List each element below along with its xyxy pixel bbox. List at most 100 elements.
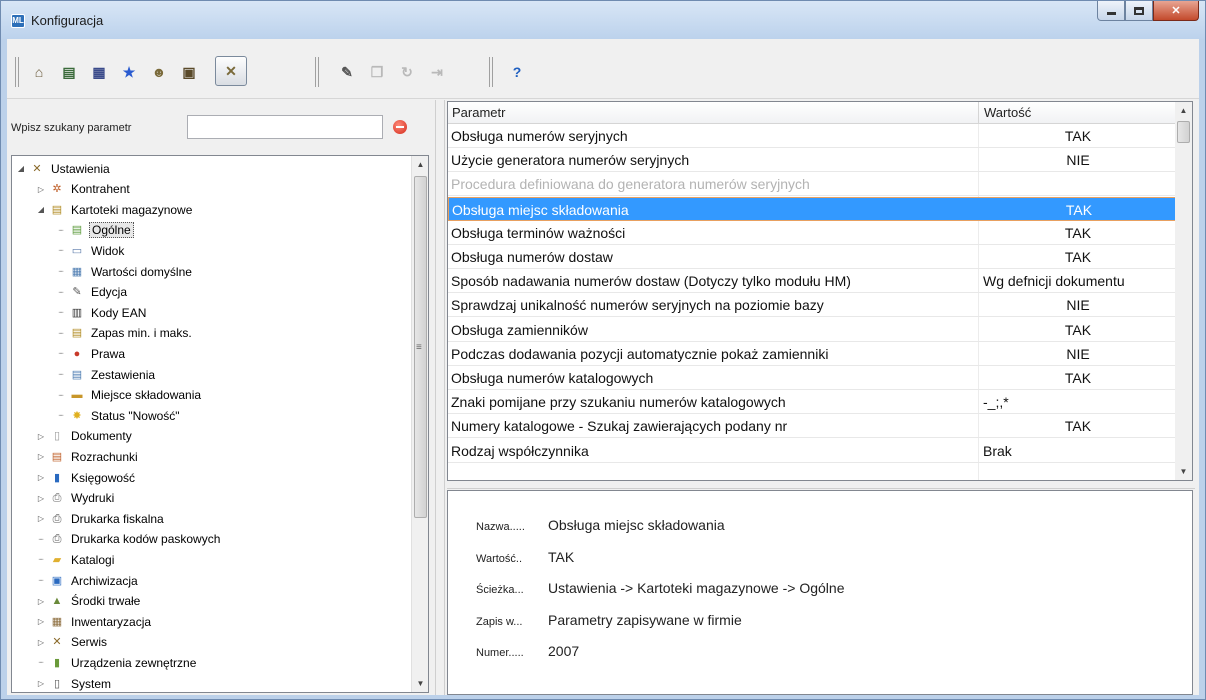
search-input[interactable] (187, 115, 383, 139)
tree-item[interactable]: ┈ ▰ Katalogi (36, 550, 116, 569)
tree-item[interactable]: ┈ ▬ Miejsce składowania (56, 386, 203, 405)
param-value-cell[interactable]: NIE (983, 152, 1173, 168)
param-value-cell[interactable]: TAK (983, 128, 1173, 144)
tree-item[interactable]: ┈ ▣ Archiwizacja (36, 571, 140, 590)
company-button[interactable]: ▦ (89, 62, 109, 82)
settings-tree[interactable]: ▲ ▼ ◢ ✕ Ustawienia ▷ ✲ Kontrahent ◢ ▤ Kartoteki … (11, 155, 429, 693)
param-value-cell[interactable]: TAK (983, 418, 1173, 434)
tree-item[interactable]: ┈ ● Prawa (56, 344, 127, 363)
tools-button[interactable]: ✕ (215, 56, 247, 86)
horizontal-splitter[interactable] (447, 481, 1195, 489)
table-row[interactable]: Numery katalogowe - Szukaj zawierających… (448, 414, 1176, 439)
tree-expander-icon[interactable]: ▷ (36, 432, 46, 441)
column-header-param[interactable]: Parametr (452, 105, 505, 120)
table-row[interactable]: Obsługa zamienników TAK (448, 318, 1176, 342)
tree-item[interactable]: ▷ ▯ Dokumenty (36, 427, 134, 446)
table-row[interactable]: Obsługa numerów katalogowych TAK (448, 366, 1176, 390)
tree-expander-icon[interactable]: ▷ (36, 494, 46, 503)
grid-scroll-thumb[interactable] (1177, 121, 1190, 143)
param-value-cell[interactable]: Wg defnicji dokumentu (983, 273, 1173, 289)
tree-item[interactable]: ┈ ▮ Urządzenia zewnętrzne (36, 653, 198, 672)
tree-item[interactable]: ┈ ⎙ Drukarka kodów paskowych (36, 530, 222, 549)
param-value-cell[interactable]: NIE (983, 346, 1173, 362)
tree-expander-icon[interactable]: ▷ (36, 679, 46, 688)
tree-item[interactable]: ▷ ⎙ Wydruki (36, 489, 116, 508)
refresh-button[interactable]: ↻ (397, 62, 417, 82)
settings-list-button[interactable]: ▤ (59, 62, 79, 82)
tree-item[interactable]: ▷ ✲ Kontrahent (36, 180, 132, 199)
tree-expander-icon[interactable]: ▷ (36, 597, 46, 606)
tree-item[interactable]: ┈ ▤ Zestawienia (56, 365, 157, 384)
refresh-icon: ↻ (401, 64, 413, 80)
tree-item[interactable]: ◢ ▤ Kartoteki magazynowe (36, 200, 194, 219)
tree-expander-icon[interactable]: ▷ (36, 617, 46, 626)
export-button[interactable]: ⇥ (427, 62, 447, 82)
param-value-cell[interactable]: NIE (983, 297, 1173, 313)
tree-item[interactable]: ┈ ▤ Ogólne (56, 221, 134, 240)
users-button[interactable]: ☻ (149, 62, 169, 82)
close-button[interactable]: ✕ (1153, 1, 1199, 21)
scroll-up-icon[interactable]: ▲ (1175, 102, 1192, 119)
scroll-up-icon[interactable]: ▲ (412, 156, 428, 173)
table-row[interactable]: Obsługa numerów seryjnych TAK (448, 124, 1176, 148)
param-value-cell[interactable]: TAK (983, 322, 1173, 338)
tree-expander-icon[interactable]: ◢ (36, 205, 46, 214)
tree-expander-icon[interactable]: ▷ (36, 514, 46, 523)
title-bar[interactable]: ML Konfiguracja ✕ (1, 1, 1205, 39)
tree-item[interactable]: ┈ ✸ Status "Nowość" (56, 406, 182, 425)
warehouse-button[interactable]: ▣ (179, 62, 199, 82)
tree-item[interactable]: ▷ ▲ Środki trwałe (36, 592, 142, 611)
grid-scrollbar[interactable]: ▲ ▼ (1175, 102, 1192, 480)
table-row[interactable]: Procedura definiowana do generatora nume… (448, 172, 1176, 197)
tree-item[interactable]: ◢ ✕ Ustawienia (16, 159, 112, 178)
param-value-cell[interactable]: TAK (983, 370, 1173, 386)
column-divider[interactable] (978, 102, 979, 124)
table-row[interactable]: Podczas dodawania pozycji automatycznie … (448, 342, 1176, 366)
favorite-star-button[interactable]: ★ (119, 62, 139, 82)
tree-item[interactable]: ▷ ▦ Inwentaryzacja (36, 612, 153, 631)
table-row[interactable]: Znaki pomijane przy szukaniu numerów kat… (448, 390, 1176, 415)
scroll-down-icon[interactable]: ▼ (1175, 463, 1192, 480)
param-value-cell[interactable]: TAK (983, 225, 1173, 241)
copy-button[interactable]: ❐ (367, 62, 387, 82)
param-value-cell[interactable]: TAK (984, 202, 1174, 218)
table-row[interactable]: Sposób nadawania numerów dostaw (Dotyczy… (448, 269, 1176, 294)
tree-expander-icon[interactable]: ▷ (36, 185, 46, 194)
tree-item[interactable]: ▷ ✕ Serwis (36, 633, 109, 652)
tree-expander-icon[interactable]: ◢ (16, 164, 26, 173)
table-row[interactable]: Obsługa numerów dostaw TAK (448, 245, 1176, 269)
parameters-grid[interactable]: Parametr Wartość Obsługa numerów seryjny… (447, 101, 1193, 481)
tree-item[interactable]: ▷ ▤ Rozrachunki (36, 447, 140, 466)
table-row[interactable]: Rodzaj współczynnika Brak (448, 439, 1176, 463)
table-row[interactable]: Obsługa miejsc składowania TAK (448, 196, 1176, 221)
tree-item[interactable]: ┈ ▥ Kody EAN (56, 303, 148, 322)
tree-item[interactable]: ┈ ▦ Wartości domyślne (56, 262, 194, 281)
edit-button[interactable]: ✎ (337, 62, 357, 82)
tree-item[interactable]: ▷ ▮ Księgowość (36, 468, 137, 487)
tree-scrollbar[interactable]: ▲ ▼ (411, 156, 428, 692)
maximize-button[interactable] (1125, 1, 1153, 21)
clear-search-icon[interactable] (393, 120, 407, 134)
param-value-cell[interactable]: TAK (983, 249, 1173, 265)
tree-scroll-thumb[interactable] (414, 176, 427, 518)
tree-item[interactable]: ▷ ▯ System (36, 674, 113, 692)
detail-row: Nazwa..... Obsługa miejsc składowania (476, 517, 725, 533)
tree-expander-icon[interactable]: ▷ (36, 473, 46, 482)
vertical-splitter[interactable] (435, 100, 445, 695)
help-button[interactable]: ? (507, 62, 527, 82)
tree-item[interactable]: ▷ ⎙ Drukarka fiskalna (36, 509, 166, 528)
param-value-cell[interactable]: -_;,* (983, 394, 1173, 410)
tree-item[interactable]: ┈ ✎ Edycja (56, 283, 129, 302)
table-row[interactable]: Obsługa terminów ważności TAK (448, 221, 1176, 245)
column-header-value[interactable]: Wartość (984, 105, 1031, 120)
param-value-cell[interactable]: Brak (983, 443, 1173, 459)
minimize-button[interactable] (1097, 1, 1125, 21)
tree-item[interactable]: ┈ ▭ Widok (56, 241, 126, 260)
tree-item[interactable]: ┈ ▤ Zapas min. i maks. (56, 324, 194, 343)
home-button[interactable]: ⌂ (29, 62, 49, 82)
tree-expander-icon[interactable]: ▷ (36, 638, 46, 647)
tree-expander-icon[interactable]: ▷ (36, 452, 46, 461)
table-row[interactable]: Sprawdzaj unikalność numerów seryjnych n… (448, 293, 1176, 318)
scroll-down-icon[interactable]: ▼ (412, 675, 428, 692)
table-row[interactable]: Użycie generatora numerów seryjnych NIE (448, 148, 1176, 173)
